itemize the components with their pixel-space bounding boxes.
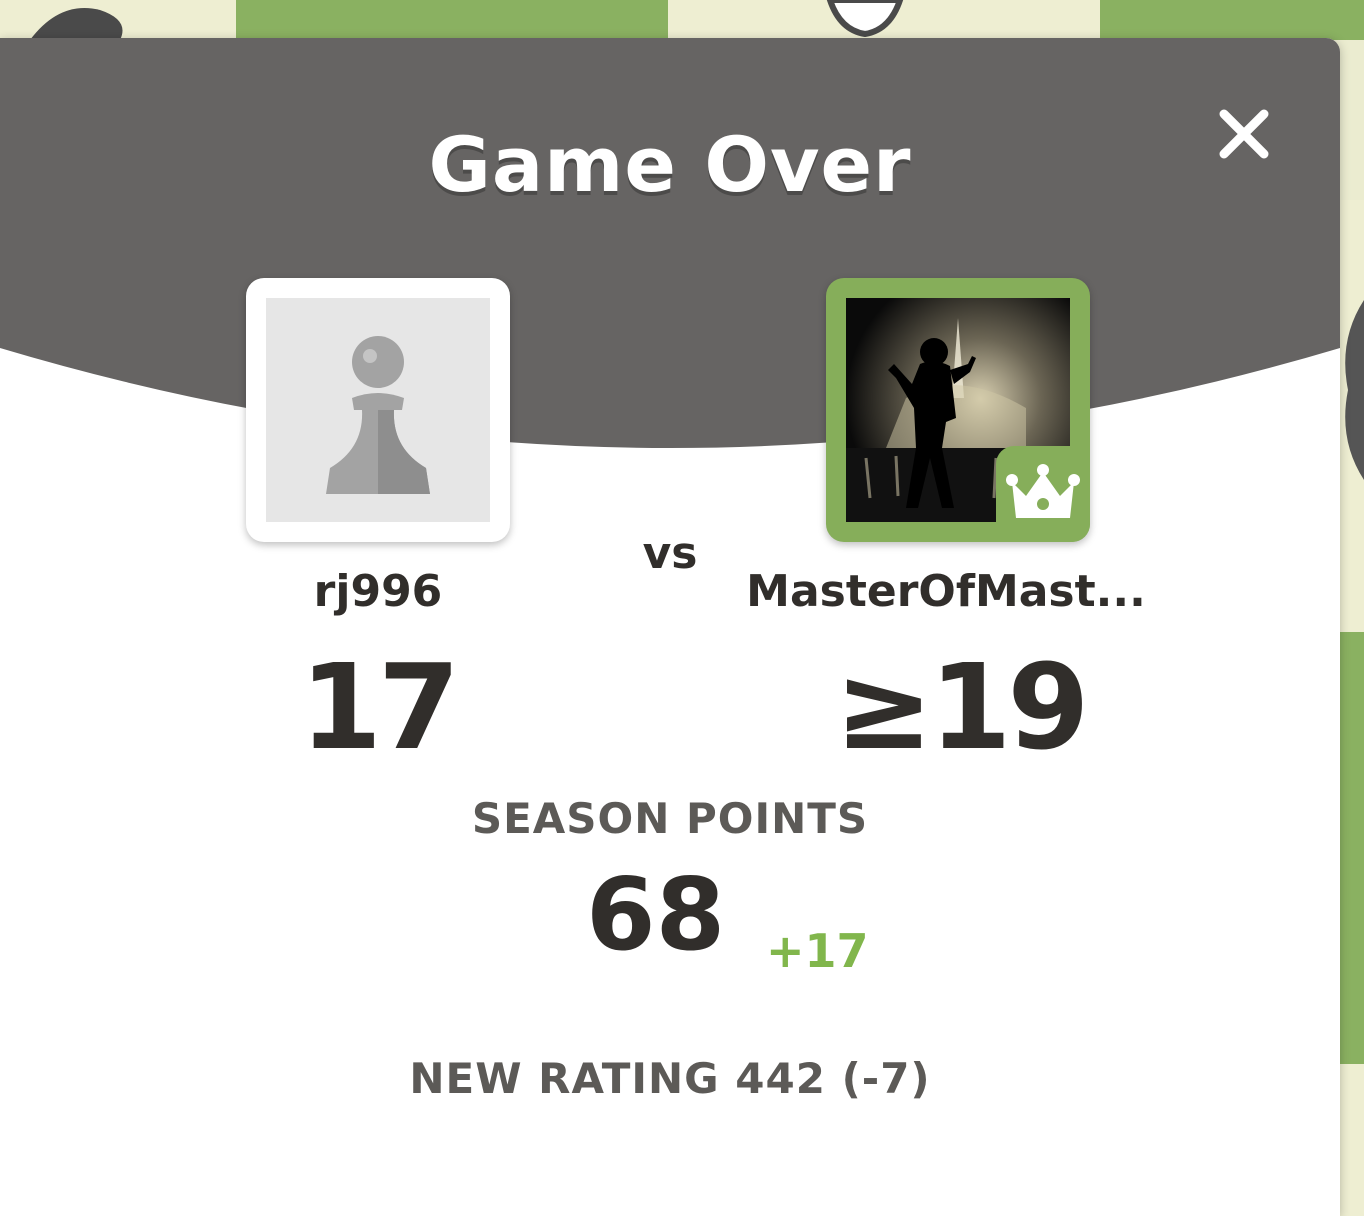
season-points-label: SEASON POINTS bbox=[471, 794, 869, 843]
game-over-modal: Game Over vs rj996 MasterOfMast... 17 ≥1… bbox=[0, 38, 1340, 1216]
crown-icon bbox=[1006, 464, 1080, 518]
pawn-piece-icon bbox=[826, 0, 904, 38]
close-icon[interactable] bbox=[1212, 102, 1276, 166]
pawn-icon bbox=[326, 336, 430, 494]
chess-piece-icon bbox=[30, 8, 123, 40]
modal-header-background bbox=[0, 38, 1340, 448]
chess-piece-icon bbox=[1345, 300, 1364, 480]
board-square bbox=[1340, 1064, 1364, 1216]
premium-badge bbox=[996, 446, 1090, 542]
board-square bbox=[1340, 632, 1364, 1064]
avatar-image bbox=[266, 298, 490, 522]
new-rating-text: NEW RATING 442 (-7) bbox=[409, 1054, 931, 1103]
season-points-value: 68 bbox=[586, 856, 726, 973]
player-avatar-left[interactable] bbox=[246, 278, 510, 542]
board-square bbox=[236, 0, 668, 40]
player-name-left[interactable]: rj996 bbox=[228, 566, 528, 617]
player-score-left: 17 bbox=[299, 638, 460, 776]
player-name-right[interactable]: MasterOfMast... bbox=[718, 566, 1174, 617]
season-points-delta: +17 bbox=[766, 924, 869, 978]
board-square bbox=[1100, 0, 1364, 40]
modal-title: Game Over bbox=[428, 120, 912, 209]
player-score-right: ≥19 bbox=[834, 638, 1089, 776]
